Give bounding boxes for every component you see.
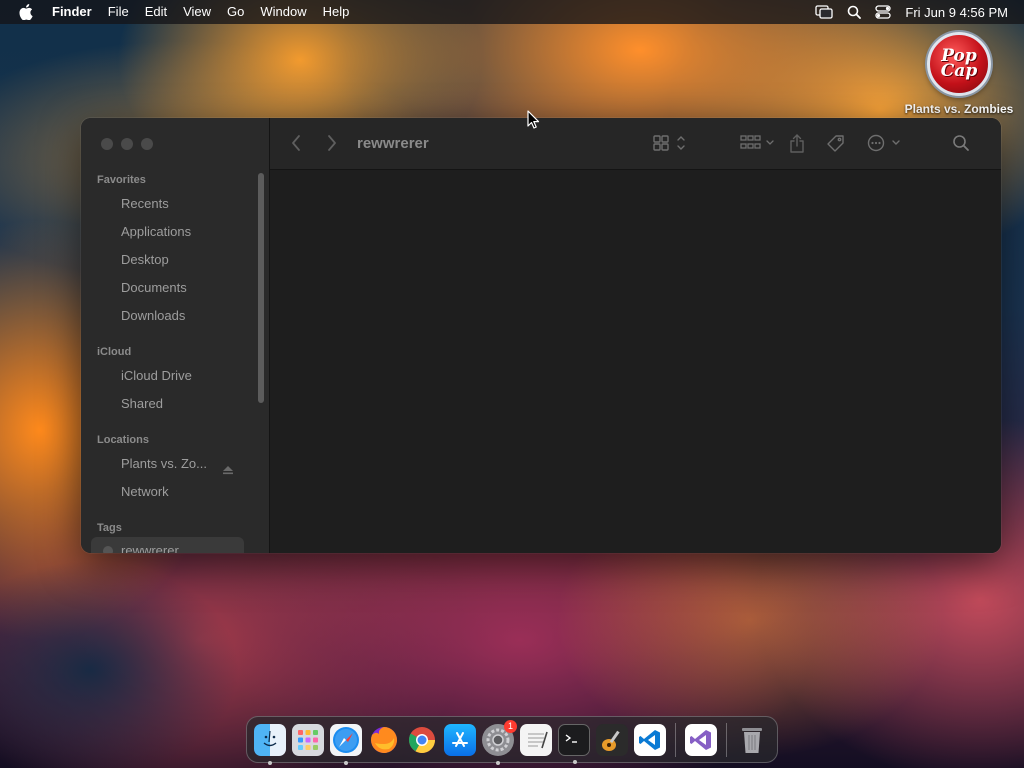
sidebar-item-desktop[interactable]: Desktop bbox=[121, 252, 169, 267]
close-button[interactable] bbox=[101, 138, 113, 150]
dock-finder-icon[interactable] bbox=[254, 723, 286, 765]
dock-trash-icon[interactable] bbox=[736, 724, 768, 756]
sidebar-item-downloads[interactable]: Downloads bbox=[121, 308, 185, 323]
menu-view[interactable]: View bbox=[175, 0, 219, 24]
menu-extras: Fri Jun 9 4:56 PM bbox=[815, 5, 1014, 20]
dock: 1 bbox=[246, 716, 778, 765]
menu-window[interactable]: Window bbox=[252, 0, 314, 24]
dock-launchpad-icon[interactable] bbox=[292, 723, 324, 756]
sidebar-item-shared[interactable]: Shared bbox=[121, 396, 163, 411]
menu-bar: Finder File Edit View Go Window Help Fri… bbox=[0, 0, 1024, 24]
search-icon[interactable] bbox=[952, 134, 970, 152]
dock-system-settings-icon[interactable]: 1 bbox=[482, 719, 517, 765]
sidebar-item-tag-rewwrerer[interactable]: rewwrerer bbox=[121, 543, 179, 553]
apple-logo-icon[interactable] bbox=[18, 4, 34, 20]
share-icon[interactable] bbox=[788, 134, 806, 154]
window-controls bbox=[101, 138, 153, 150]
more-actions-icon[interactable] bbox=[867, 134, 903, 152]
dock-garageband-icon[interactable] bbox=[596, 723, 628, 756]
running-indicator bbox=[496, 760, 500, 765]
finder-sidebar: Favorites Recents Applications Desktop D… bbox=[81, 118, 270, 553]
desktop-icon-label: Plants vs. Zombies bbox=[904, 102, 1014, 116]
menu-file[interactable]: File bbox=[100, 0, 137, 24]
tag-icon[interactable] bbox=[826, 134, 846, 154]
finder-content: rewwrerer bbox=[270, 118, 1001, 553]
sidebar-item-recents[interactable]: Recents bbox=[121, 196, 169, 211]
window-title: rewwrerer bbox=[357, 135, 429, 152]
control-center-icon[interactable] bbox=[875, 5, 892, 19]
mouse-cursor-icon bbox=[527, 110, 541, 135]
sidebar-section-favorites: Favorites bbox=[97, 174, 146, 186]
menu-app-finder[interactable]: Finder bbox=[44, 0, 100, 24]
forward-chevron-icon[interactable] bbox=[326, 134, 338, 152]
file-list-area[interactable] bbox=[270, 171, 1001, 553]
view-mode-icon[interactable] bbox=[653, 134, 689, 152]
sidebar-item-documents[interactable]: Documents bbox=[121, 280, 187, 295]
dock-safari-icon[interactable] bbox=[330, 723, 362, 765]
dock-firefox-icon[interactable] bbox=[368, 724, 400, 756]
dock-separator bbox=[726, 722, 727, 757]
sidebar-section-icloud: iCloud bbox=[97, 346, 132, 358]
screen-mirroring-icon[interactable] bbox=[815, 5, 834, 19]
dock-separator bbox=[675, 722, 676, 757]
menu-edit[interactable]: Edit bbox=[137, 0, 175, 24]
finder-toolbar: rewwrerer bbox=[270, 118, 1001, 170]
spotlight-search-icon[interactable] bbox=[847, 5, 862, 19]
back-chevron-icon[interactable] bbox=[290, 134, 302, 152]
sidebar-scrollbar[interactable] bbox=[258, 173, 264, 403]
menu-help[interactable]: Help bbox=[315, 0, 358, 24]
group-by-icon[interactable] bbox=[740, 134, 778, 152]
finder-window: Favorites Recents Applications Desktop D… bbox=[81, 118, 1001, 553]
eject-icon[interactable] bbox=[222, 463, 234, 475]
dock-app-store-icon[interactable] bbox=[444, 723, 476, 756]
dock-vscode-icon[interactable] bbox=[634, 723, 666, 756]
running-indicator bbox=[268, 760, 272, 765]
tag-color-dot-icon bbox=[103, 546, 113, 553]
sidebar-item-network[interactable]: Network bbox=[121, 484, 169, 499]
minimize-button[interactable] bbox=[121, 138, 133, 150]
sidebar-item-applications[interactable]: Applications bbox=[121, 224, 191, 239]
desktop-icon-plants-vs-zombies[interactable]: Pop Cap Plants vs. Zombies bbox=[900, 32, 1018, 116]
wallpaper-wave bbox=[0, 560, 240, 768]
zoom-button[interactable] bbox=[141, 138, 153, 150]
notification-badge: 1 bbox=[504, 719, 517, 733]
running-indicator bbox=[344, 760, 348, 765]
dock-terminal-icon[interactable] bbox=[558, 723, 590, 764]
sidebar-section-locations: Locations bbox=[97, 434, 149, 446]
running-indicator bbox=[573, 759, 577, 764]
sidebar-item-icloud-drive[interactable]: iCloud Drive bbox=[121, 368, 192, 383]
sidebar-section-tags: Tags bbox=[97, 522, 122, 534]
dock-visual-studio-icon[interactable] bbox=[685, 723, 717, 756]
sidebar-item-plants-vs-zombies-volume[interactable]: Plants vs. Zo... bbox=[121, 456, 207, 471]
menubar-clock[interactable]: Fri Jun 9 4:56 PM bbox=[905, 5, 1008, 20]
menu-go[interactable]: Go bbox=[219, 0, 252, 24]
dock-textedit-icon[interactable] bbox=[520, 723, 552, 756]
dock-chrome-icon[interactable] bbox=[406, 724, 438, 756]
logo-text-line2: Cap bbox=[940, 61, 978, 81]
popcap-logo-icon: Pop Cap bbox=[927, 32, 991, 96]
